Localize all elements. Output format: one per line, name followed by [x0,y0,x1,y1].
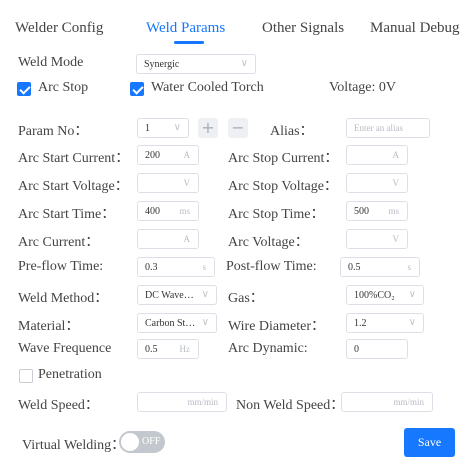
wire-diameter-value: 1.2 [354,318,367,329]
pre-flow-time-value: 0.3 [145,262,158,273]
tab-welder-config[interactable]: Welder Config [15,20,103,37]
arc-start-current-input[interactable]: 200 A [137,145,199,165]
weld-method-label: Weld Method： [18,291,109,306]
minus-button[interactable]: − [228,118,248,138]
pre-flow-time-input[interactable]: 0.3 s [137,257,215,277]
minus-icon: − [231,118,245,137]
arc-dynamic-label: Arc Dynamic: [228,341,308,356]
arc-start-time-input[interactable]: 400 ms [137,201,199,221]
unit-label: mm/min [187,397,218,407]
unit-label: mm/min [393,397,424,407]
unit-label: s [407,262,411,272]
unit-label: Hz [179,344,191,354]
toggle-knob [121,433,139,451]
non-weld-speed-input[interactable]: mm/min [341,392,433,412]
arc-stop-current-label: Arc Stop Current： [228,151,339,166]
weld-speed-input[interactable]: mm/min [137,392,227,412]
non-weld-speed-label: Non Weld Speed： [236,398,345,413]
arc-stop-time-input[interactable]: 500 ms [346,201,408,221]
chevron-down-icon: ∨ [408,317,416,328]
arc-current-label: Arc Current： [18,235,100,250]
chevron-down-icon: ∨ [408,289,416,300]
unit-label: ms [388,206,399,216]
param-no-select[interactable]: 1 ∨ [137,118,189,138]
arc-stop-time-value: 500 [354,206,369,217]
chevron-down-icon: ∨ [240,58,248,69]
arc-start-voltage-label: Arc Start Voltage： [18,179,129,194]
arc-stop-current-input[interactable]: A [346,145,408,165]
weld-mode-select[interactable]: Synergic ∨ [136,54,256,74]
post-flow-time-input[interactable]: 0.5 s [340,257,420,277]
arc-stop-voltage-input[interactable]: V [346,173,408,193]
active-tab-indicator [174,41,204,44]
arc-voltage-input[interactable]: V [346,229,408,249]
tab-other-signals[interactable]: Other Signals [262,20,344,37]
material-select[interactable]: Carbon St… ∨ [137,313,217,333]
alias-input[interactable]: Enter an alias [346,118,430,138]
arc-current-input[interactable]: A [137,229,199,249]
plus-icon: + [201,118,215,137]
arc-stop-checkbox[interactable] [17,82,31,96]
arc-start-current-value: 200 [145,150,160,161]
unit-label: V [392,178,400,188]
chevron-down-icon: ∨ [201,317,209,328]
weld-method-select[interactable]: DC Wave… ∨ [137,285,217,305]
wire-diameter-select[interactable]: 1.2 ∨ [346,313,424,333]
arc-voltage-label: Arc Voltage： [228,235,309,250]
gas-select[interactable]: 100%CO₂ ∨ [346,285,424,305]
arc-dynamic-input[interactable]: 0 [346,339,408,359]
penetration-checkbox[interactable] [19,369,33,383]
unit-label: A [183,234,191,244]
arc-start-time-value: 400 [145,206,160,217]
post-flow-time-value: 0.5 [348,262,361,273]
material-label: Material： [18,319,80,334]
arc-start-voltage-input[interactable]: V [137,173,199,193]
arc-start-time-label: Arc Start Time： [18,207,116,222]
unit-label: s [202,262,206,272]
wire-diameter-label: Wire Diameter： [228,319,326,334]
material-value: Carbon St… [145,318,196,329]
arc-stop-voltage-label: Arc Stop Voltage： [228,179,338,194]
water-cooled-torch-label: Water Cooled Torch [151,80,264,95]
unit-label: A [392,150,400,160]
tab-manual-debug[interactable]: Manual Debug [370,20,460,37]
wave-frequence-value: 0.5 [145,344,158,355]
unit-label: ms [179,206,190,216]
chevron-down-icon: ∨ [201,289,209,300]
tab-weld-params[interactable]: Weld Params [146,20,225,37]
chevron-down-icon: ∨ [173,122,181,133]
arc-dynamic-value: 0 [354,344,359,355]
virtual-welding-toggle[interactable]: OFF [119,431,165,453]
post-flow-time-label: Post-flow Time: [226,259,317,274]
arc-stop-label: Arc Stop [38,80,89,95]
unit-label: V [183,178,191,188]
water-cooled-torch-checkbox[interactable] [130,82,144,96]
tab-bar: Welder Config Weld Params Other Signals … [0,0,461,50]
wave-frequence-input[interactable]: 0.5 Hz [137,339,199,359]
plus-button[interactable]: + [198,118,218,138]
gas-value: 100%CO₂ [354,290,395,301]
gas-label: Gas： [228,291,264,306]
save-button[interactable]: Save [404,428,455,457]
alias-label: Alias： [270,124,314,139]
pre-flow-time-label: Pre-flow Time: [18,259,104,274]
param-no-value: 1 [145,123,150,134]
toggle-state-text: OFF [142,436,161,447]
arc-stop-time-label: Arc Stop Time： [228,207,325,222]
virtual-welding-label: Virtual Welding： [22,438,126,453]
weld-mode-label: Weld Mode [18,55,84,70]
wave-frequence-label: Wave Frequence [18,341,112,356]
weld-speed-label: Weld Speed： [18,398,99,413]
unit-label: V [392,234,400,244]
weld-mode-value: Synergic [144,59,180,70]
weld-method-value: DC Wave… [145,290,194,301]
alias-placeholder: Enter an alias [354,123,403,133]
penetration-label: Penetration [38,367,102,382]
arc-start-current-label: Arc Start Current： [18,151,130,166]
voltage-readout: Voltage: 0V [329,80,397,95]
unit-label: A [183,150,191,160]
param-no-label: Param No： [18,124,89,139]
